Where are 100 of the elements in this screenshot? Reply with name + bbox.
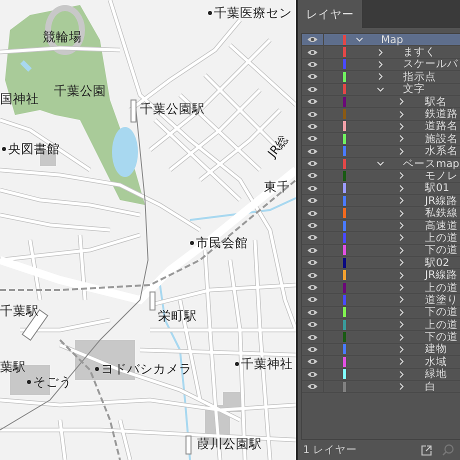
chevron-right-icon[interactable]	[398, 370, 405, 378]
eye-icon[interactable]	[307, 334, 318, 341]
eye-icon[interactable]	[307, 110, 318, 118]
eye-icon[interactable]	[307, 259, 318, 266]
chevron-right-icon[interactable]	[398, 259, 405, 266]
layer-name: 水系名	[425, 145, 458, 158]
map-point-icon	[235, 362, 239, 366]
eye-icon[interactable]	[307, 122, 318, 130]
eye-icon[interactable]	[307, 246, 318, 254]
chevron-right-icon[interactable]	[398, 197, 405, 204]
eye-icon[interactable]	[307, 321, 318, 328]
chevron-right-icon[interactable]	[398, 210, 405, 217]
layer-row[interactable]: 下の道	[302, 244, 460, 258]
eye-icon[interactable]	[307, 272, 318, 279]
eye-icon[interactable]	[307, 358, 318, 366]
layer-row[interactable]: モノレ	[302, 170, 460, 183]
eye-icon[interactable]	[307, 197, 318, 204]
map-point-icon	[190, 241, 194, 245]
layer-row[interactable]: Map	[302, 34, 460, 46]
layer-row[interactable]: 施設名	[302, 133, 460, 146]
eye-icon[interactable]	[307, 36, 318, 44]
chevron-right-icon[interactable]	[398, 122, 405, 130]
layer-count: 1 レイヤー	[303, 443, 358, 457]
layer-row[interactable]: 下の道	[302, 306, 460, 319]
layer-row[interactable]: スケールバ	[302, 58, 460, 72]
chevron-right-icon[interactable]	[398, 135, 405, 142]
eye-icon[interactable]	[307, 370, 318, 378]
eye-icon[interactable]	[307, 308, 318, 316]
chevron-down-icon[interactable]	[377, 86, 384, 93]
chevron-down-icon[interactable]	[377, 160, 384, 168]
station-label: 栄町駅	[158, 309, 197, 323]
chevron-right-icon[interactable]	[398, 272, 405, 279]
eye-icon[interactable]	[307, 135, 318, 142]
chevron-right-icon[interactable]	[398, 98, 405, 106]
eye-icon[interactable]	[307, 346, 318, 353]
layer-row[interactable]: 駅01	[302, 182, 460, 196]
eye-icon[interactable]	[307, 184, 318, 192]
eye-icon[interactable]	[307, 210, 318, 217]
layer-row[interactable]: 道塗り	[302, 294, 460, 307]
eye-icon[interactable]	[307, 172, 318, 180]
chevron-right-icon[interactable]	[377, 48, 384, 56]
layer-name: 建物	[425, 343, 447, 356]
layer-row[interactable]: JR線路	[302, 269, 460, 282]
layer-row[interactable]: 指示点	[302, 71, 460, 84]
layer-row[interactable]: 水域	[302, 356, 460, 369]
chevron-right-icon[interactable]	[398, 308, 405, 316]
eye-icon[interactable]	[307, 48, 318, 56]
layer-row[interactable]: 下の道	[302, 331, 460, 344]
eye-icon[interactable]	[307, 284, 318, 291]
layer-row[interactable]: 駅02	[302, 257, 460, 270]
eye-icon[interactable]	[307, 383, 318, 390]
layer-row[interactable]: 鉄道路	[302, 108, 460, 121]
chevron-right-icon[interactable]	[377, 60, 384, 68]
chevron-right-icon[interactable]	[398, 296, 405, 304]
layer-row[interactable]: 上の道	[302, 282, 460, 294]
layer-row[interactable]: 白	[302, 380, 460, 394]
export-icon[interactable]	[421, 444, 432, 456]
eye-icon[interactable]	[307, 148, 318, 155]
station-label: 千葉公園駅	[140, 102, 205, 116]
layer-row[interactable]: 上の道	[302, 232, 460, 245]
layer-row[interactable]: 文字	[302, 84, 460, 96]
layer-row[interactable]: 建物	[302, 344, 460, 356]
map-label: 千葉公園	[54, 84, 106, 98]
eye-icon[interactable]	[307, 160, 318, 168]
eye-icon[interactable]	[307, 234, 318, 242]
chevron-right-icon[interactable]	[398, 346, 405, 353]
eye-icon[interactable]	[307, 60, 318, 68]
chevron-down-icon[interactable]	[356, 36, 363, 44]
layer-row[interactable]: 私鉄線	[302, 207, 460, 220]
eye-icon[interactable]	[307, 98, 318, 106]
layers-tab[interactable]: レイヤー	[298, 0, 362, 28]
chevron-right-icon[interactable]	[398, 172, 405, 180]
layer-row[interactable]: ますく	[302, 46, 460, 59]
layer-row[interactable]: 水系名	[302, 146, 460, 158]
chevron-right-icon[interactable]	[398, 284, 405, 291]
eye-icon[interactable]	[307, 73, 318, 80]
chevron-right-icon[interactable]	[398, 184, 405, 192]
layer-row[interactable]: ベースmap	[302, 158, 460, 170]
layer-row[interactable]: JR線路	[302, 195, 460, 208]
chevron-right-icon[interactable]	[398, 321, 405, 328]
chevron-right-icon[interactable]	[398, 110, 405, 118]
chevron-right-icon[interactable]	[398, 246, 405, 254]
chevron-right-icon[interactable]	[398, 222, 405, 230]
chevron-right-icon[interactable]	[398, 148, 405, 155]
eye-icon[interactable]	[307, 296, 318, 304]
chevron-right-icon[interactable]	[398, 334, 405, 341]
layer-name: JR線路	[425, 194, 458, 207]
layer-row[interactable]: 緑地	[302, 368, 460, 381]
chevron-right-icon[interactable]	[398, 358, 405, 366]
chevron-right-icon[interactable]	[398, 383, 405, 390]
layer-row[interactable]: 上の道	[302, 318, 460, 332]
station-label: 葭川公園駅	[197, 437, 262, 451]
eye-icon[interactable]	[307, 86, 318, 93]
eye-icon[interactable]	[307, 222, 318, 230]
chevron-right-icon[interactable]	[377, 73, 384, 80]
layer-row[interactable]: 道路名	[302, 120, 460, 134]
layer-row[interactable]: 高速道	[302, 220, 460, 232]
layer-name: ベースmap	[403, 158, 460, 170]
chevron-right-icon[interactable]	[398, 234, 405, 242]
layer-row[interactable]: 駅名	[302, 96, 460, 108]
